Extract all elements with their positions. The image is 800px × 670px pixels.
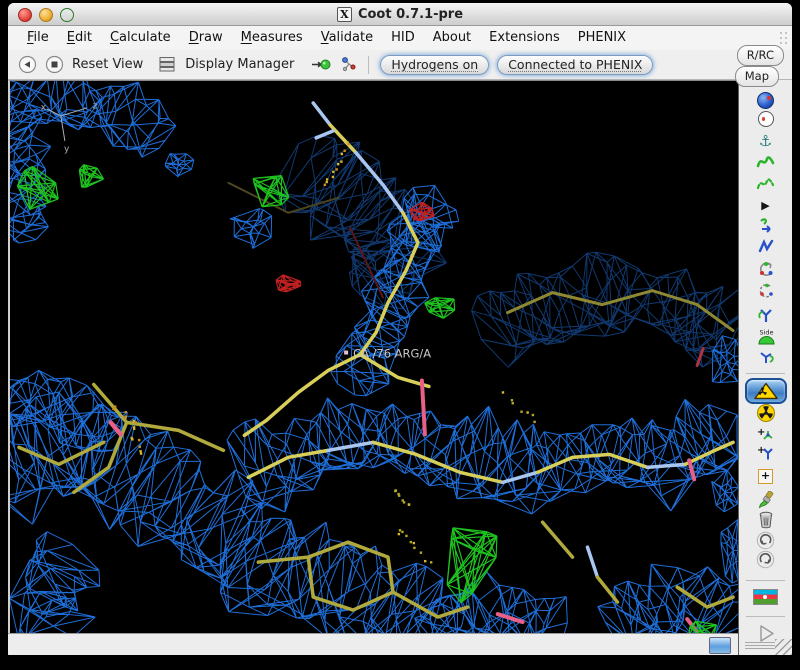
- menu-validate[interactable]: Validate: [312, 26, 382, 50]
- menu-phenix[interactable]: PHENIX: [569, 26, 635, 50]
- run-script-icon[interactable]: [739, 623, 792, 643]
- undo-icon[interactable]: [739, 530, 792, 550]
- display-manager-button[interactable]: Display Manager: [185, 57, 294, 72]
- coot-window: X Coot 0.7.1-pre File Edit Calculate Draw Me…: [7, 2, 793, 656]
- back-view-icon[interactable]: [18, 55, 37, 74]
- phenix-connection-button[interactable]: Connected to PHENIX: [497, 54, 654, 75]
- menu-hid[interactable]: HID: [382, 26, 424, 50]
- menu-edit[interactable]: Edit: [58, 26, 101, 50]
- window-controls: [18, 8, 74, 22]
- menu-extensions[interactable]: Extensions: [480, 26, 569, 50]
- svg-text:Side: Side: [759, 329, 773, 337]
- anchor-pointer-icon[interactable]: ⚓: [739, 131, 792, 151]
- jiggle-fit-icon[interactable]: [739, 347, 792, 367]
- main-area: x y z CA /76 ARG/A (mol. no: 0) N /1/A/160 …: [8, 80, 792, 655]
- auto-fit-rotamer-icon[interactable]: [739, 236, 792, 256]
- svg-text:z: z: [93, 102, 98, 112]
- map-button[interactable]: Map: [734, 66, 779, 87]
- redo-icon[interactable]: [739, 549, 792, 569]
- menu-measures[interactable]: Measures: [232, 26, 312, 50]
- clock-glyph: [757, 111, 774, 127]
- side-chain-180-icon[interactable]: Side: [739, 327, 792, 347]
- menu-about[interactable]: About: [424, 26, 480, 50]
- gl-canvas[interactable]: x y z CA /76 ARG/A: [8, 80, 739, 634]
- density-scene: x y z CA /76 ARG/A: [10, 81, 739, 634]
- status-bar: (mol. no: 0) N /1/A/160 PRO occ: 1.00 bf…: [8, 633, 739, 655]
- flag-icon[interactable]: [739, 587, 792, 607]
- stop-view-icon[interactable]: [45, 55, 64, 74]
- reset-view-button[interactable]: Reset View: [72, 57, 143, 72]
- zoom-button[interactable]: [60, 8, 74, 22]
- close-button[interactable]: [18, 8, 32, 22]
- svg-text:x: x: [41, 103, 47, 113]
- title-bar[interactable]: X Coot 0.7.1-pre: [8, 3, 792, 26]
- add-alt-conf-icon[interactable]: +: [739, 442, 792, 462]
- spin-view-icon[interactable]: [739, 109, 792, 129]
- flag-glyph: [753, 589, 779, 605]
- recentre-globe-icon[interactable]: [739, 90, 792, 110]
- anchor-glyph: ⚓: [758, 131, 773, 150]
- separator-2: [746, 580, 785, 581]
- mutate-autofit-button[interactable]: [739, 377, 792, 404]
- minimize-button[interactable]: [39, 8, 53, 22]
- place-atom-icon[interactable]: +: [739, 466, 792, 486]
- hydrogens-toggle-button[interactable]: Hydrogens on: [380, 54, 490, 75]
- add-terminal-residue-icon[interactable]: +: [739, 424, 792, 444]
- go-to-atom-icon[interactable]: [310, 57, 332, 72]
- menu-draw[interactable]: Draw: [180, 26, 232, 50]
- regularize-zone-icon[interactable]: [739, 173, 792, 193]
- menu-bar: File Edit Calculate Draw Measures Validate HID…: [8, 26, 792, 50]
- x11-icon: X: [336, 6, 352, 22]
- plus-glyph: +: [758, 468, 774, 484]
- edit-chi-angles-icon[interactable]: [739, 259, 792, 279]
- window-title: X Coot 0.7.1-pre: [336, 6, 463, 22]
- menu-calculate[interactable]: Calculate: [101, 26, 180, 50]
- menubar-grip[interactable]: [780, 32, 788, 44]
- status-progress-thumb[interactable]: [709, 637, 732, 655]
- simple-mutate-icon[interactable]: [739, 403, 792, 423]
- menu-file[interactable]: File: [18, 26, 58, 50]
- toolbar-separator: [368, 55, 370, 74]
- fixed-atoms-icon[interactable]: ▶: [739, 195, 792, 215]
- atom-label: CA /76 ARG/A: [353, 347, 431, 361]
- real-space-refine-icon[interactable]: [739, 151, 792, 171]
- torsion-general-icon[interactable]: [739, 281, 792, 301]
- ligand-builder-icon[interactable]: [340, 56, 357, 73]
- rotate-translate-icon[interactable]: [739, 214, 792, 234]
- fill-partial-residue-icon[interactable]: [739, 490, 792, 510]
- svg-text:+: +: [757, 427, 765, 438]
- separator-1: [746, 373, 785, 374]
- globe-glyph: [757, 91, 775, 109]
- right-toolbar: ⚓ ▶ Side + + +: [738, 80, 792, 655]
- main-toolbar: Reset View Display Manager Hydrogens on …: [8, 50, 792, 80]
- picked-atom-marker: [344, 350, 349, 355]
- delete-item-icon[interactable]: [739, 510, 792, 530]
- separator-3: [746, 616, 785, 617]
- display-manager-icon[interactable]: [157, 56, 177, 73]
- flip-peptide-icon[interactable]: [739, 305, 792, 325]
- rrc-button[interactable]: R/RC: [736, 45, 784, 66]
- svg-text:y: y: [64, 144, 70, 154]
